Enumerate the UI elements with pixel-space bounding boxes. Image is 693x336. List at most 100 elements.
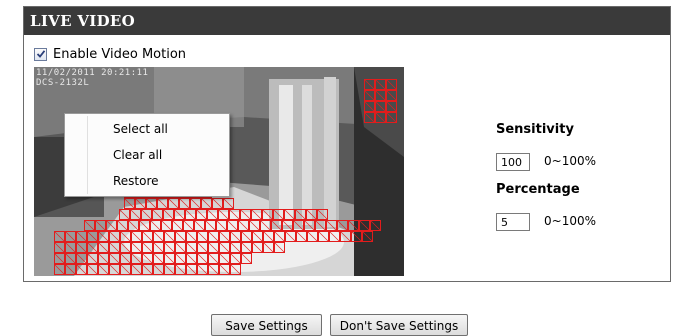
motion-grid-cell[interactable] [54,231,65,242]
motion-grid-cell[interactable] [131,264,142,275]
sensitivity-input[interactable] [496,153,530,171]
motion-grid-cell[interactable] [230,242,241,253]
motion-grid-cell[interactable] [168,198,179,209]
motion-grid-cell[interactable] [306,209,317,220]
motion-grid-cell[interactable] [216,220,227,231]
motion-grid-cell[interactable] [282,220,293,231]
motion-grid-cell[interactable] [128,220,139,231]
motion-grid-cell[interactable] [196,209,207,220]
motion-grid-cell[interactable] [364,79,375,90]
motion-grid-cell[interactable] [153,253,164,264]
motion-grid-cell[interactable] [65,242,76,253]
motion-grid-cell[interactable] [141,209,152,220]
motion-grid-cell[interactable] [208,231,219,242]
motion-grid-cell[interactable] [205,220,216,231]
motion-grid-cell[interactable] [142,253,153,264]
motion-grid-cell[interactable] [124,198,135,209]
motion-grid-cell[interactable] [241,253,252,264]
motion-grid-cell[interactable] [109,264,120,275]
motion-grid-cell[interactable] [318,231,329,242]
motion-grid-cell[interactable] [76,253,87,264]
motion-grid-cell[interactable] [229,209,240,220]
motion-grid-cell[interactable] [252,242,263,253]
motion-grid-cell[interactable] [65,264,76,275]
motion-grid-cell[interactable] [240,209,251,220]
motion-grid-cell[interactable] [201,198,212,209]
motion-grid-cell[interactable] [164,264,175,275]
motion-grid-cell[interactable] [146,198,157,209]
motion-grid-cell[interactable] [317,209,328,220]
motion-grid-cell[interactable] [54,264,65,275]
motion-grid-cell[interactable] [197,242,208,253]
motion-grid-cell[interactable] [251,209,262,220]
motion-grid-cell[interactable] [120,253,131,264]
motion-grid-cell[interactable] [315,220,326,231]
motion-grid-cell[interactable] [131,253,142,264]
motion-grid-cell[interactable] [179,198,190,209]
context-menu-restore[interactable]: Restore [65,168,229,194]
motion-grid-cell[interactable] [120,242,131,253]
motion-grid-cell[interactable] [54,253,65,264]
motion-grid-cell[interactable] [348,220,359,231]
motion-grid-cell[interactable] [207,209,218,220]
motion-grid-cell[interactable] [65,231,76,242]
motion-grid-cell[interactable] [87,264,98,275]
motion-grid-cell[interactable] [262,209,273,220]
motion-grid-cell[interactable] [386,112,397,123]
motion-grid-cell[interactable] [186,264,197,275]
motion-grid-cell[interactable] [375,90,386,101]
motion-grid-cell[interactable] [212,198,223,209]
motion-grid-cell[interactable] [142,264,153,275]
save-settings-button[interactable]: Save Settings [211,314,322,336]
motion-grid-cell[interactable] [175,242,186,253]
motion-grid-cell[interactable] [76,264,87,275]
motion-grid-cell[interactable] [249,220,260,231]
motion-grid-cell[interactable] [219,253,230,264]
motion-grid-cell[interactable] [274,242,285,253]
motion-grid-cell[interactable] [152,209,163,220]
motion-grid-cell[interactable] [241,231,252,242]
enable-video-motion-row[interactable]: Enable Video Motion [34,45,186,63]
motion-grid-cell[interactable] [190,198,201,209]
motion-grid-cell[interactable] [87,231,98,242]
motion-grid-cell[interactable] [326,220,337,231]
motion-grid-cell[interactable] [186,242,197,253]
motion-grid-cell[interactable] [241,242,252,253]
motion-grid-cell[interactable] [186,231,197,242]
motion-grid-cell[interactable] [142,231,153,242]
motion-grid-cell[interactable] [164,231,175,242]
motion-grid-cell[interactable] [153,242,164,253]
motion-grid-cell[interactable] [364,90,375,101]
motion-grid-cell[interactable] [54,242,65,253]
motion-grid-cell[interactable] [263,242,274,253]
motion-grid-cell[interactable] [164,253,175,264]
motion-grid-cell[interactable] [84,220,95,231]
motion-grid-cell[interactable] [163,209,174,220]
motion-grid-cell[interactable] [164,242,175,253]
dont-save-settings-button[interactable]: Don't Save Settings [330,314,468,336]
motion-grid-cell[interactable] [139,220,150,231]
context-menu-select-all[interactable]: Select all [65,116,229,142]
motion-grid-cell[interactable] [208,253,219,264]
motion-grid-cell[interactable] [153,231,164,242]
motion-grid-cell[interactable] [186,253,197,264]
motion-grid-cell[interactable] [157,198,168,209]
enable-video-motion-checkbox[interactable] [34,47,47,61]
motion-grid-cell[interactable] [364,101,375,112]
motion-grid-cell[interactable] [98,264,109,275]
motion-grid-cell[interactable] [304,220,315,231]
motion-grid-cell[interactable] [130,209,141,220]
motion-grid-cell[interactable] [238,220,249,231]
context-menu-clear-all[interactable]: Clear all [65,142,229,168]
motion-grid-cell[interactable] [227,220,238,231]
motion-grid-cell[interactable] [161,220,172,231]
motion-grid-cell[interactable] [98,242,109,253]
motion-grid-cell[interactable] [175,264,186,275]
motion-grid-cell[interactable] [386,101,397,112]
motion-grid-cell[interactable] [263,231,274,242]
motion-grid-cell[interactable] [98,253,109,264]
percentage-input[interactable] [496,213,530,231]
motion-grid-cell[interactable] [175,253,186,264]
motion-grid-cell[interactable] [223,198,234,209]
motion-grid-cell[interactable] [98,231,109,242]
